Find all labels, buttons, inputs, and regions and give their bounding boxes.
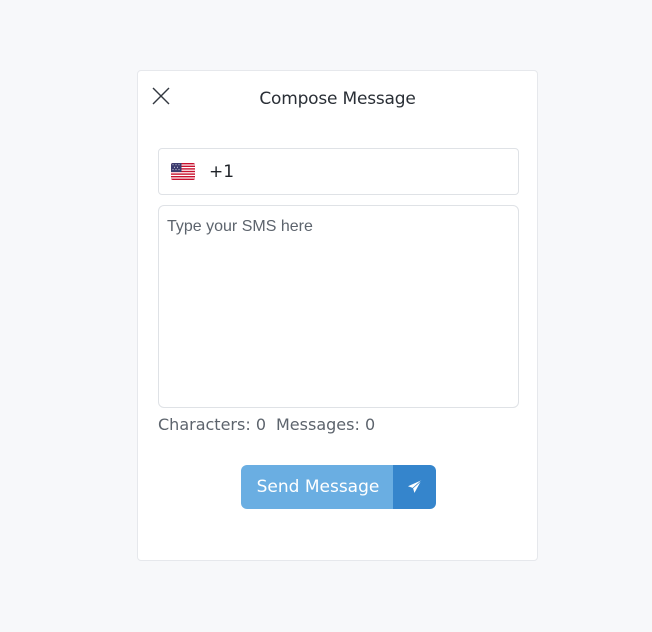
messages-value: 0 (364, 415, 376, 434)
characters-value: 0 (255, 415, 266, 434)
dialog-title: Compose Message (259, 89, 416, 109)
messages-counter: Messages: 0 (276, 415, 375, 434)
characters-counter: Characters: 0 (158, 415, 266, 434)
send-icon-container (393, 465, 436, 509)
sms-message-input[interactable] (158, 205, 519, 408)
messages-label: Messages: (276, 415, 360, 434)
phone-number-field[interactable]: +1 (158, 148, 519, 195)
compose-message-dialog: Compose Message +1 Type your SMS here Ch… (137, 70, 538, 561)
paper-plane-icon (407, 479, 422, 494)
message-counters: Characters: 0 Messages: 0 (158, 415, 375, 434)
send-message-label: Send Message (241, 465, 393, 509)
country-code: +1 (209, 161, 235, 182)
send-message-button[interactable]: Send Message (241, 465, 436, 509)
characters-label: Characters: (158, 415, 251, 434)
us-flag-icon[interactable] (171, 163, 195, 180)
